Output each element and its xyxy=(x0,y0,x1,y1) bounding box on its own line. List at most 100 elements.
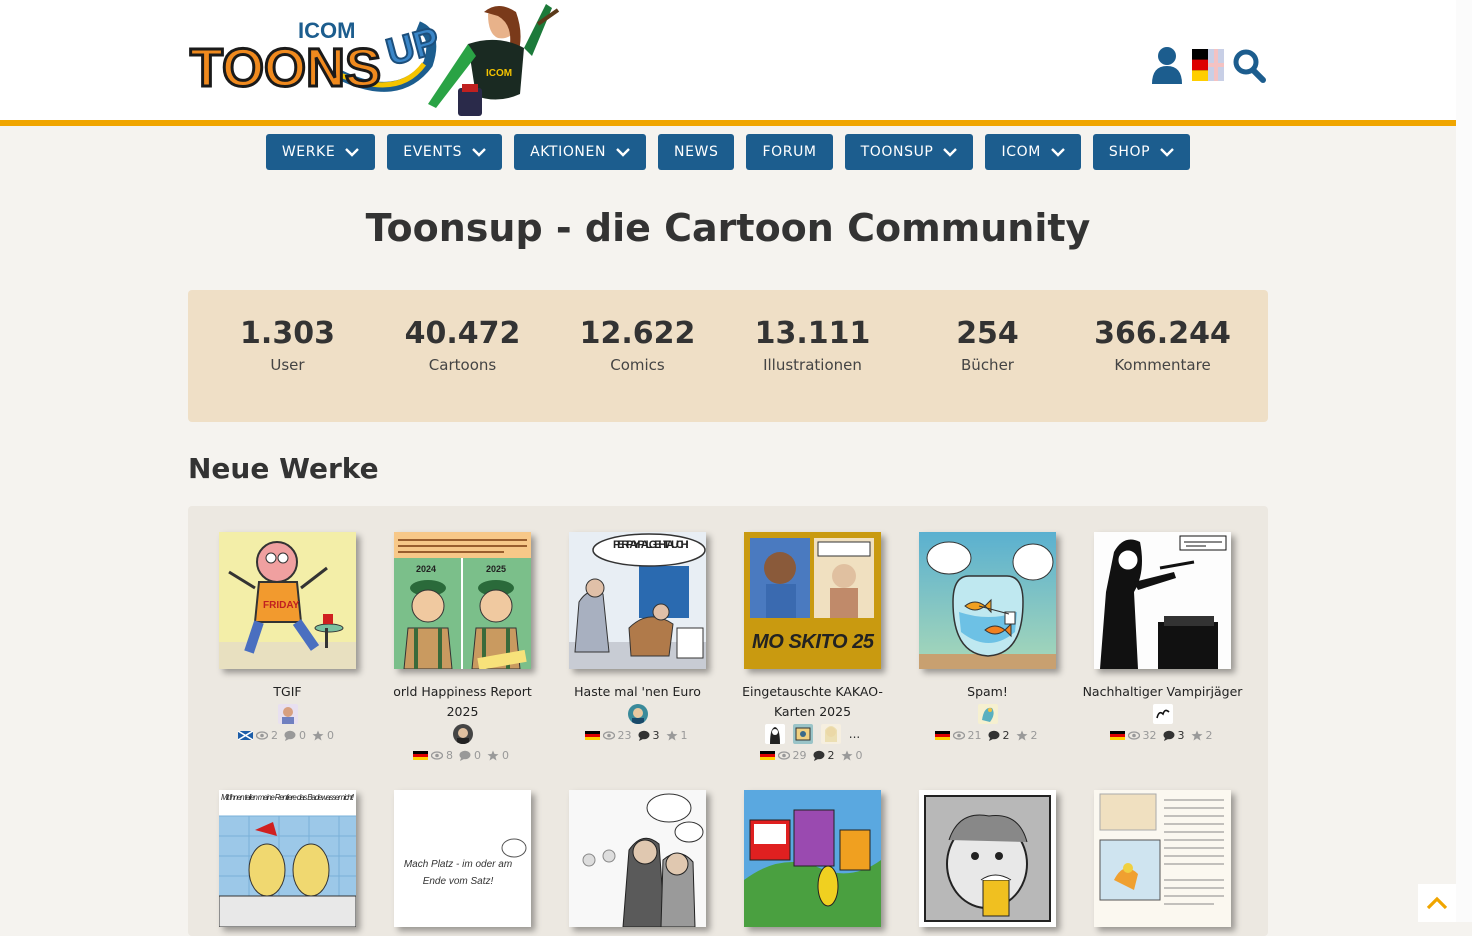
work-title[interactable]: Spam! xyxy=(900,682,1075,702)
work-card[interactable]: PER PAYPAL GEHT AUCH! Haste mal 'nen Eur… xyxy=(550,532,725,745)
nav-label: ICOM xyxy=(1001,144,1041,160)
chevron-down-icon xyxy=(943,148,958,157)
work-meta: 23 3 1 xyxy=(550,725,725,745)
views-count: 23 xyxy=(617,728,632,742)
work-card[interactable] xyxy=(900,790,1075,927)
work-thumbnail[interactable] xyxy=(1094,532,1231,669)
header-accent-line xyxy=(0,120,1456,126)
nav-aktionen[interactable]: AKTIONEN xyxy=(514,134,647,170)
svg-text:MO SKITO 25: MO SKITO 25 xyxy=(752,631,875,653)
author-avatars xyxy=(200,703,375,725)
stat-label: User xyxy=(270,356,305,374)
svg-text:2025: 2025 xyxy=(486,564,506,574)
back-to-top-button[interactable] xyxy=(1418,884,1456,922)
work-thumbnail[interactable]: FRIDAY xyxy=(219,532,356,669)
work-thumbnail[interactable]: PER PAYPAL GEHT AUCH! xyxy=(569,532,706,669)
work-thumbnail[interactable] xyxy=(919,790,1056,927)
author-avatar[interactable] xyxy=(764,724,785,744)
work-thumbnail[interactable] xyxy=(1094,790,1231,927)
thumb-caption: Mach Platz - im oder am Ende vom Satz! xyxy=(403,859,513,887)
nav-label: FORUM xyxy=(762,144,817,160)
author-avatars: ... xyxy=(725,723,900,745)
nav-icom[interactable]: ICOM xyxy=(985,134,1081,170)
work-title[interactable]: TGIF xyxy=(200,682,375,702)
author-avatar[interactable] xyxy=(820,724,841,744)
stat-label: Illustrationen xyxy=(763,356,862,374)
author-avatars xyxy=(1075,703,1250,725)
author-avatar[interactable] xyxy=(977,704,998,724)
views-count: 8 xyxy=(446,748,453,762)
work-card[interactable] xyxy=(725,790,900,927)
stat-label: Comics xyxy=(610,356,665,374)
work-thumbnail[interactable] xyxy=(569,790,706,927)
eye-icon xyxy=(256,730,268,740)
stat-value: 40.472 xyxy=(404,316,521,351)
author-avatar[interactable] xyxy=(277,704,298,724)
views-count: 21 xyxy=(967,728,982,742)
work-title[interactable]: orld Happiness Report 2025 xyxy=(375,682,550,722)
work-card[interactable]: Mach Platz - im oder am Ende vom Satz! xyxy=(375,790,550,927)
work-thumbnail[interactable] xyxy=(919,532,1056,669)
work-card[interactable]: Mit Ihnen teilen meine Rentiere das Bade… xyxy=(200,790,375,927)
chevron-down-icon xyxy=(472,148,486,157)
stars-count: 2 xyxy=(1205,728,1213,742)
page-scrollbar[interactable] xyxy=(1456,0,1472,922)
star-icon xyxy=(487,750,499,760)
work-title[interactable]: Eingetauschte KAKAO-Karten 2025 xyxy=(725,682,900,722)
author-avatar[interactable] xyxy=(792,724,813,744)
more-authors-indicator[interactable]: ... xyxy=(849,727,860,741)
work-title[interactable]: Haste mal 'nen Euro xyxy=(550,682,725,702)
stars-count: 0 xyxy=(502,748,509,762)
search-icon[interactable] xyxy=(1232,46,1266,84)
chevron-down-icon xyxy=(1051,148,1065,157)
user-icon[interactable] xyxy=(1150,46,1184,84)
work-meta: 32 3 2 xyxy=(1075,725,1250,745)
header-actions xyxy=(1150,44,1266,86)
work-card[interactable]: FRIDAY TGIF 2 0 0 xyxy=(200,532,375,745)
author-avatar[interactable] xyxy=(1152,704,1173,724)
flag-germany-icon xyxy=(1109,730,1125,740)
nav-toonsup[interactable]: TOONSUP xyxy=(844,134,974,170)
work-thumbnail[interactable]: Mit Ihnen teilen meine Rentiere das Bade… xyxy=(219,790,356,927)
work-card[interactable]: Nachhaltiger Vampirjäger 32 3 2 xyxy=(1075,532,1250,745)
comments-count: 0 xyxy=(474,748,481,762)
page-title: Toonsup - die Cartoon Community xyxy=(365,206,1091,250)
site-logo[interactable]: ICOM UP TOONS ICOM xyxy=(188,4,588,118)
stat-value: 366.244 xyxy=(1094,316,1231,351)
work-thumbnail[interactable]: Mach Platz - im oder am Ende vom Satz! xyxy=(394,790,531,927)
stars-count: 0 xyxy=(327,728,334,742)
stat-users: 1.303 User xyxy=(200,314,375,374)
work-card[interactable]: Spam! 21 2 2 xyxy=(900,532,1075,745)
nav-forum[interactable]: FORUM xyxy=(746,134,833,170)
svg-text:PER PAYPAL GEHT AUCH!: PER PAYPAL GEHT AUCH! xyxy=(613,539,689,551)
nav-news[interactable]: NEWS xyxy=(658,134,735,170)
work-card[interactable] xyxy=(1075,790,1250,927)
flag-germany-icon xyxy=(934,730,950,740)
nav-label: NEWS xyxy=(674,144,719,160)
work-thumbnail[interactable]: MO SKITO 25 xyxy=(744,532,881,669)
author-avatars xyxy=(900,703,1075,725)
eye-icon xyxy=(952,730,965,740)
work-card[interactable]: MO SKITO 25 Eingetauschte KAKAO-Karten 2… xyxy=(725,532,900,765)
work-card[interactable]: 2024 2025 orld Happiness Report 2025 8 0… xyxy=(375,532,550,765)
work-meta: 2 0 0 xyxy=(200,725,375,745)
author-avatar[interactable] xyxy=(452,724,473,744)
author-avatar[interactable] xyxy=(627,704,648,724)
nav-events[interactable]: EVENTS xyxy=(387,134,503,170)
work-title[interactable]: Nachhaltiger Vampirjäger xyxy=(1075,682,1250,702)
nav-label: EVENTS xyxy=(403,144,463,160)
stars-count: 2 xyxy=(1030,728,1038,742)
chevron-down-icon xyxy=(345,148,360,157)
nav-werke[interactable]: WERKE xyxy=(265,134,376,170)
work-card[interactable] xyxy=(550,790,725,927)
stat-books: 254 Bücher xyxy=(900,314,1075,374)
author-avatars xyxy=(550,703,725,725)
site-header: ICOM UP TOONS ICOM xyxy=(0,0,1456,120)
eye-icon xyxy=(602,730,615,740)
chevron-up-icon xyxy=(1426,896,1448,910)
stat-label: Bücher xyxy=(961,356,1014,374)
language-flag-icon[interactable] xyxy=(1192,49,1224,81)
work-thumbnail[interactable] xyxy=(744,790,881,927)
work-thumbnail[interactable]: 2024 2025 xyxy=(394,532,531,669)
nav-shop[interactable]: SHOP xyxy=(1092,134,1191,170)
